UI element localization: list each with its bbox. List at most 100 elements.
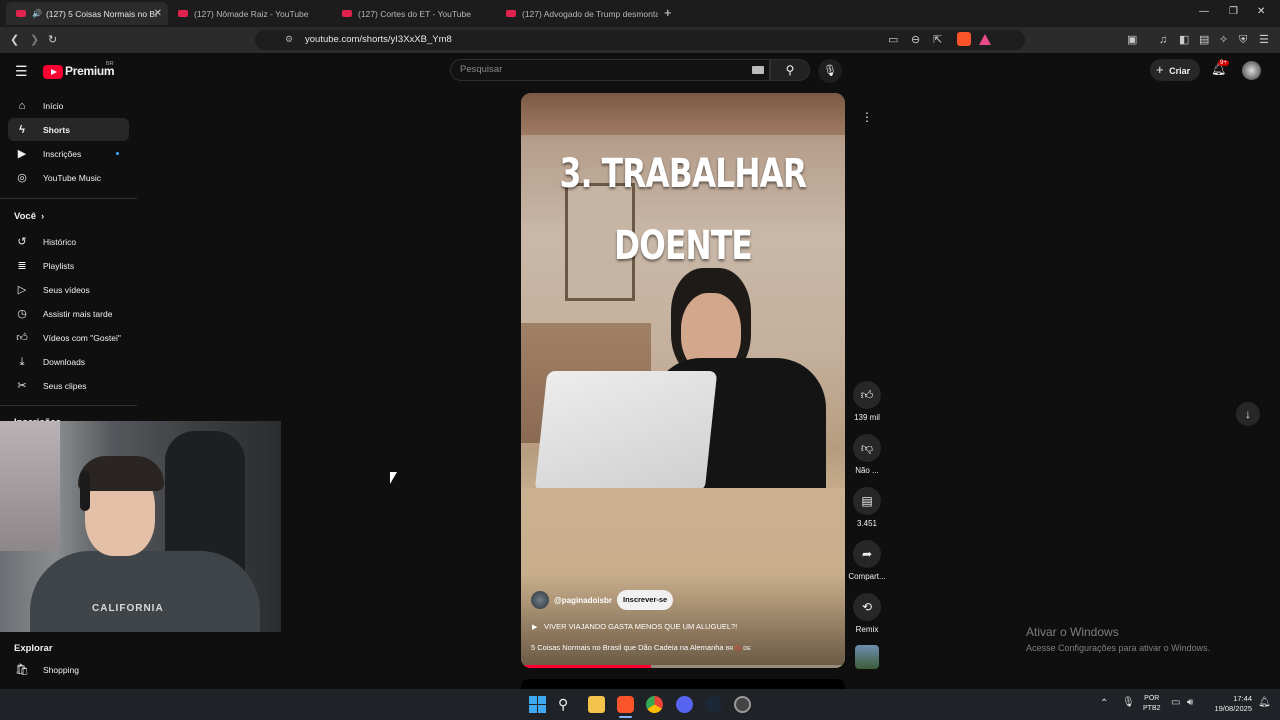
- youtube-logo-icon[interactable]: [43, 65, 63, 79]
- search-input[interactable]: Pesquisar: [450, 59, 770, 81]
- cast-icon[interactable]: ▭: [888, 33, 898, 47]
- language-indicator[interactable]: POR PTB2: [1143, 694, 1161, 714]
- next-short-preview[interactable]: [521, 679, 845, 689]
- minimize-icon[interactable]: —: [1199, 6, 1209, 17]
- app-icon[interactable]: [734, 696, 751, 713]
- zoom-icon[interactable]: ⊖: [911, 33, 920, 47]
- notification-center-icon[interactable]: 🔔︎: [1258, 697, 1271, 708]
- webcam-overlay: CALIFORNIA: [0, 421, 281, 632]
- brave-browser-icon[interactable]: [617, 696, 634, 713]
- discord-icon[interactable]: [676, 696, 693, 713]
- sidebar-item-label: YouTube Music: [43, 172, 101, 183]
- sidebar-item-youtube-music[interactable]: ◎ YouTube Music: [8, 166, 129, 189]
- voice-search-button[interactable]: 🎙︎: [818, 59, 842, 83]
- address-bar[interactable]: ⚙ youtube.com/shorts/yI3XxXB_Ym8: [255, 30, 1025, 50]
- vpn-icon[interactable]: ⛨: [1239, 33, 1247, 47]
- sidebar-item-label: Shorts: [43, 124, 70, 135]
- mouse-cursor: [390, 472, 397, 484]
- active-app-indicator: [619, 716, 632, 718]
- short-video-player[interactable]: 3. TRABALHAR DOENTE @paginadoisbr Inscre…: [521, 93, 845, 668]
- activation-watermark-title: Ativar o Windows: [1026, 625, 1119, 639]
- back-icon[interactable]: ❮: [10, 33, 19, 47]
- clock[interactable]: 17:44 19/08/2025: [1204, 694, 1252, 714]
- caption-line-2: DOENTE: [614, 223, 753, 269]
- close-window-icon[interactable]: ✕: [1257, 6, 1265, 17]
- sidebar-item-watch-later[interactable]: ◷ Assistir mais tarde: [8, 302, 129, 325]
- sidebar-item-subscriptions[interactable]: ▶︎ Inscrições: [8, 142, 129, 165]
- volume-icon[interactable]: 🔊︎: [1187, 697, 1193, 708]
- channel-name[interactable]: @paginadoisbr: [554, 596, 612, 605]
- sidebar-item-home[interactable]: ⌂ Início: [8, 94, 129, 117]
- tab[interactable]: (127) Advogado de Trump desmonta: [496, 2, 658, 25]
- sidebar-item-liked-videos[interactable]: 👍︎ Vídeos com "Gostei": [8, 326, 129, 349]
- media-icon[interactable]: ♫: [1159, 33, 1167, 47]
- activation-watermark-subtitle: Acesse Configurações para ativar o Windo…: [1026, 643, 1211, 653]
- url-text[interactable]: youtube.com/shorts/yI3XxXB_Ym8: [305, 34, 452, 45]
- chrome-icon[interactable]: [646, 696, 663, 713]
- more-options-button[interactable]: ⋮: [853, 103, 881, 131]
- site-info-icon[interactable]: ⚙: [285, 34, 293, 45]
- subscribe-button[interactable]: Inscrever-se: [617, 590, 674, 610]
- sidebar-item-shopping[interactable]: 🛍︎ Shopping: [8, 658, 129, 681]
- tab-label: (127) Advogado de Trump desmonta: [522, 8, 658, 19]
- close-tab-icon[interactable]: ✕: [154, 8, 162, 19]
- sidebar-item-clips[interactable]: ✂ Seus clipes: [8, 374, 129, 397]
- search-icon[interactable]: ⚲: [558, 696, 575, 713]
- clock-time: 17:44: [1233, 694, 1252, 703]
- remix-button[interactable]: ⟲: [853, 593, 881, 621]
- share-arrow-icon: ➦: [861, 547, 873, 561]
- tab[interactable]: (127) Cortes do ET - YouTube: [332, 2, 494, 25]
- sidebar-item-history[interactable]: ↺ Histórico: [8, 230, 129, 253]
- channel-avatar[interactable]: [531, 591, 549, 609]
- network-icon[interactable]: ▭: [1171, 697, 1180, 708]
- reload-icon[interactable]: ↻: [48, 33, 57, 47]
- caption-line-1: 3. TRABALHAR: [559, 151, 807, 197]
- notification-badge: 9+: [1218, 60, 1229, 66]
- forward-icon[interactable]: ❯: [30, 33, 39, 47]
- panel-icon[interactable]: ◧: [1179, 33, 1189, 47]
- menu-icon[interactable]: ☰: [1259, 33, 1269, 47]
- keyboard-layout: PTB2: [1143, 705, 1161, 712]
- sidebar-icon[interactable]: ▣: [1127, 33, 1137, 47]
- comment-icon: ▤: [861, 494, 873, 508]
- progress-bar[interactable]: [521, 665, 845, 668]
- brave-rewards-icon[interactable]: [979, 34, 991, 45]
- avatar[interactable]: [1242, 61, 1261, 80]
- sidebar-item-label: Assistir mais tarde: [43, 308, 113, 319]
- sidebar-you-header[interactable]: Você ›: [14, 211, 44, 222]
- chevron-up-icon[interactable]: ⌃: [1100, 698, 1108, 709]
- hamburger-menu-icon[interactable]: ☰: [15, 63, 28, 80]
- sidebar-item-your-videos[interactable]: ▷ Seus vídeos: [8, 278, 129, 301]
- speaker-icon: 🔊: [32, 9, 42, 18]
- keyboard-icon[interactable]: [752, 66, 764, 74]
- sound-thumbnail[interactable]: [855, 645, 879, 669]
- thumbs-up-icon: 👍︎: [860, 388, 874, 402]
- steam-icon[interactable]: [705, 696, 722, 713]
- share-button[interactable]: ➦: [853, 540, 881, 568]
- sidebar-item-playlists[interactable]: ≣ Playlists: [8, 254, 129, 277]
- comments-button[interactable]: ▤: [853, 487, 881, 515]
- search-button[interactable]: ⚲: [770, 59, 810, 81]
- sidebar-item-shorts[interactable]: ϟ Shorts: [8, 118, 129, 141]
- windows-start-icon[interactable]: [529, 696, 546, 713]
- sidebar-item-downloads[interactable]: ⤓ Downloads: [8, 350, 129, 373]
- like-button[interactable]: 👍︎: [853, 381, 881, 409]
- dislike-button[interactable]: 👎︎: [853, 434, 881, 462]
- tab-label: (127) Cortes do ET - YouTube: [358, 8, 471, 19]
- tab[interactable]: (127) Nômade Raiz - YouTube: [168, 2, 330, 25]
- new-tab-plus-icon[interactable]: +: [664, 5, 672, 20]
- wallet-icon[interactable]: ▤: [1199, 33, 1209, 47]
- next-short-button[interactable]: ↓: [1236, 402, 1260, 426]
- related-video-link[interactable]: VIVER VIAJANDO GASTA MENOS QUE UM ALUGUE…: [544, 622, 737, 631]
- share-icon[interactable]: ⇱: [933, 33, 942, 47]
- caption-overlay: 3. TRABALHAR DOENTE: [557, 138, 810, 282]
- short-title-text: 5 Coisas Normais no Brasil que Dão Cadei…: [531, 643, 724, 652]
- leo-icon[interactable]: ✧: [1219, 33, 1228, 47]
- brave-shield-icon[interactable]: [957, 32, 971, 46]
- restore-icon[interactable]: ❐: [1229, 6, 1238, 17]
- mic-tray-icon[interactable]: 🎙︎: [1122, 697, 1135, 708]
- tab-active[interactable]: 🔊 (127) 5 Coisas Normais no Br ✕: [6, 2, 168, 25]
- create-button[interactable]: + Criar: [1150, 59, 1200, 81]
- file-explorer-icon[interactable]: [588, 696, 605, 713]
- history-icon: ↺: [17, 235, 27, 248]
